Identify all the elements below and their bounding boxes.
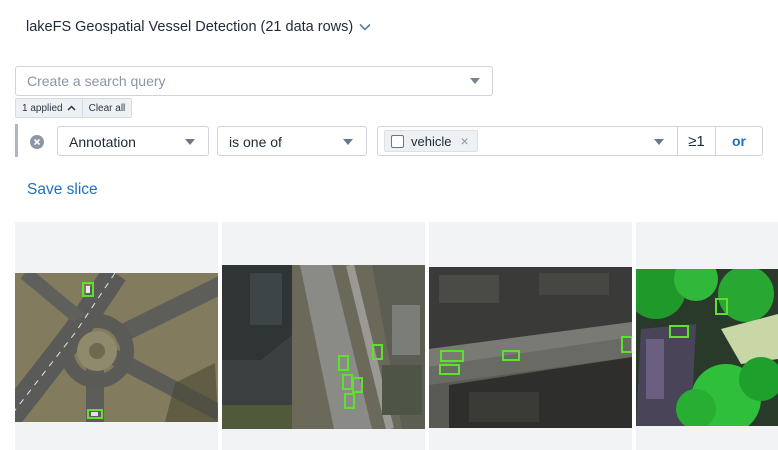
thumbnail-vegetation[interactable] <box>636 222 778 450</box>
filter-row: Annotation is one of vehicle × ≥1 or <box>15 124 763 158</box>
value-chip-vehicle[interactable]: vehicle × <box>384 130 478 152</box>
search-box <box>15 66 493 96</box>
chevron-down-icon <box>359 23 371 31</box>
applied-count-label: 1 applied <box>22 102 63 114</box>
filter-summary: 1 applied Clear all <box>15 98 133 118</box>
search-dropdown-caret-icon[interactable] <box>470 78 480 84</box>
chevron-up-icon <box>67 105 76 111</box>
filter-operator-value: is one of <box>229 134 282 150</box>
caret-down-icon <box>654 139 664 145</box>
aerial-image <box>222 265 425 429</box>
remove-filter-icon[interactable] <box>30 135 44 149</box>
clear-all-label: Clear all <box>88 102 126 114</box>
thumbnail-roundabout[interactable] <box>15 222 218 450</box>
aerial-image <box>15 273 218 422</box>
aerial-image <box>636 269 778 426</box>
applied-filters-toggle[interactable]: 1 applied <box>16 99 82 117</box>
save-slice-link[interactable]: Save slice <box>27 181 98 199</box>
thumbnail-street-buildings[interactable] <box>222 222 425 450</box>
filter-field-value: Annotation <box>69 134 136 150</box>
filter-operator-select[interactable]: is one of <box>217 126 367 156</box>
image-gallery <box>15 222 778 450</box>
filter-row-indicator <box>15 124 18 157</box>
filter-values-select[interactable]: vehicle × <box>377 126 677 156</box>
thumbnail-rooftops[interactable] <box>429 222 632 450</box>
caret-down-icon <box>343 139 353 145</box>
dataset-title[interactable]: lakeFS Geospatial Vessel Detection (21 d… <box>26 19 371 35</box>
remove-value-icon[interactable]: × <box>460 134 468 148</box>
caret-down-icon <box>185 139 195 145</box>
min-count-input[interactable]: ≥1 <box>677 126 716 156</box>
aerial-image <box>429 267 632 428</box>
or-button[interactable]: or <box>716 126 763 156</box>
search-input[interactable] <box>16 67 467 95</box>
clear-all-button[interactable]: Clear all <box>81 99 132 117</box>
dataset-title-text: lakeFS Geospatial Vessel Detection (21 d… <box>26 19 354 35</box>
checkbox-icon[interactable] <box>391 134 404 148</box>
filter-field-select[interactable]: Annotation <box>57 126 209 156</box>
value-chip-label: vehicle <box>411 133 452 149</box>
